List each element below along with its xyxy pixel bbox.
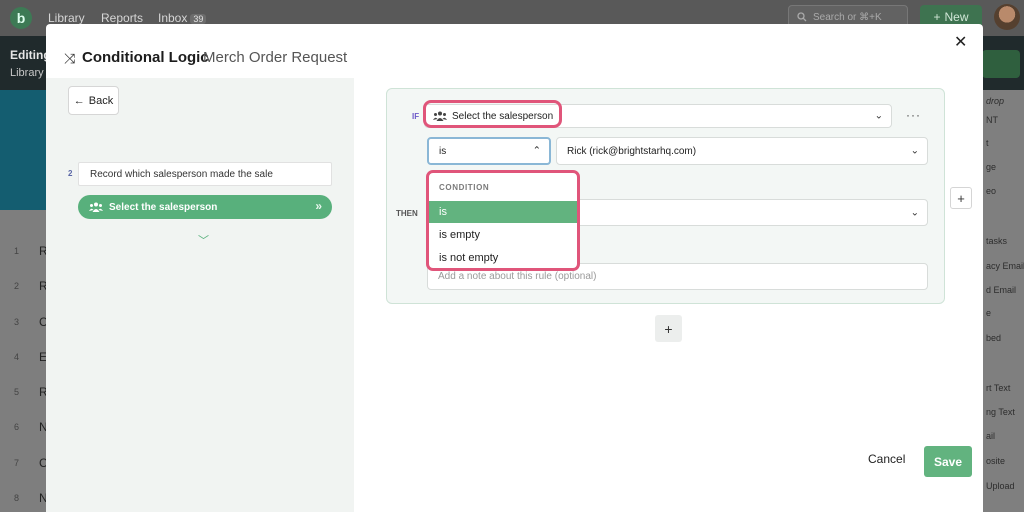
plus-icon: + bbox=[957, 190, 965, 206]
chevron-down-icon: ⌄ bbox=[874, 110, 883, 122]
value-select-text: Rick (rick@brightstarhq.com) bbox=[567, 145, 697, 157]
condition-select-value: is bbox=[439, 145, 447, 157]
search-icon bbox=[797, 12, 807, 22]
step-field-pill[interactable]: Select the salesperson » bbox=[78, 195, 332, 219]
arrow-left-icon: ← bbox=[73, 94, 85, 107]
row-number: 7 bbox=[14, 458, 20, 468]
editing-action-button[interactable] bbox=[982, 50, 1020, 78]
field-type-item[interactable]: ge bbox=[986, 162, 996, 172]
save-button[interactable]: Save bbox=[924, 446, 972, 477]
row-number: 2 bbox=[14, 281, 20, 291]
step-pill-label: Select the salesperson bbox=[109, 201, 218, 213]
plus-icon: + bbox=[933, 10, 941, 24]
then-label: THEN bbox=[396, 209, 418, 218]
condition-dropdown: CONDITION is is empty is not empty bbox=[426, 170, 580, 271]
add-condition-button[interactable]: + bbox=[950, 187, 972, 209]
row-number: 4 bbox=[14, 352, 20, 362]
dropdown-option-is[interactable]: is bbox=[429, 201, 577, 223]
chevron-down-icon[interactable]: ﹀ bbox=[198, 232, 209, 248]
new-button-label: New bbox=[944, 10, 969, 24]
chevron-down-icon: ⌄ bbox=[910, 207, 919, 218]
app-logo[interactable]: b bbox=[10, 7, 32, 29]
cancel-button[interactable]: Cancel bbox=[868, 452, 905, 466]
step-panel: ← Back 2 Record which salesperson made t… bbox=[46, 78, 354, 512]
modal-subtitle: Merch Order Request bbox=[203, 49, 348, 66]
field-type-item[interactable]: drop bbox=[986, 96, 1004, 106]
shuffle-icon: ⤨ bbox=[64, 50, 76, 66]
value-select[interactable]: Rick (rick@brightstarhq.com) ⌄ bbox=[556, 137, 928, 165]
inbox-count-badge: 39 bbox=[190, 14, 207, 24]
step-number: 2 bbox=[68, 169, 73, 178]
nav-inbox-label: Inbox bbox=[158, 11, 188, 25]
background-cover-image bbox=[0, 90, 46, 210]
more-options-icon[interactable]: ··· bbox=[906, 108, 921, 122]
row-number: 6 bbox=[14, 422, 20, 432]
background-right-panel bbox=[983, 90, 1024, 512]
field-type-item[interactable]: t bbox=[986, 138, 989, 148]
modal-header: ⤨ Conditional Logic Merch Order Request … bbox=[46, 24, 983, 78]
field-type-item[interactable]: acy Email bbox=[986, 261, 1024, 271]
plus-icon: + bbox=[664, 320, 673, 337]
global-search-placeholder: Search or ⌘+K bbox=[813, 11, 882, 23]
field-type-item[interactable]: bed bbox=[986, 333, 1001, 343]
dropdown-option-is-empty[interactable]: is empty bbox=[429, 224, 577, 246]
close-icon[interactable]: ✕ bbox=[954, 32, 967, 52]
field-type-item[interactable]: ail bbox=[986, 431, 995, 441]
row-number: 5 bbox=[14, 387, 20, 397]
back-button-label: Back bbox=[88, 94, 114, 107]
nav-reports[interactable]: Reports bbox=[101, 11, 143, 25]
field-type-item[interactable]: Upload bbox=[986, 481, 1015, 491]
modal-title: Conditional Logic bbox=[82, 49, 209, 66]
row-number: 1 bbox=[14, 246, 20, 256]
field-type-item[interactable]: NT bbox=[986, 115, 998, 125]
row-number: 8 bbox=[14, 493, 20, 503]
nav-inbox[interactable]: Inbox 39 bbox=[158, 11, 207, 25]
dropdown-header: CONDITION bbox=[439, 183, 490, 192]
nav-library[interactable]: Library bbox=[48, 11, 85, 25]
if-label: IF bbox=[412, 112, 420, 121]
field-type-item[interactable]: ng Text bbox=[986, 407, 1015, 417]
chevron-down-icon: ⌄ bbox=[910, 145, 919, 157]
field-type-item[interactable]: tasks bbox=[986, 236, 1007, 246]
editing-breadcrumb[interactable]: Library bbox=[10, 67, 44, 79]
back-button[interactable]: ← Back bbox=[68, 86, 119, 115]
user-avatar[interactable] bbox=[994, 4, 1020, 30]
field-type-item[interactable]: e bbox=[986, 308, 991, 318]
people-icon bbox=[89, 202, 103, 212]
chevron-up-icon: ⌃ bbox=[532, 145, 541, 157]
condition-select[interactable]: is ⌃ bbox=[427, 137, 551, 165]
field-type-item[interactable]: rt Text bbox=[986, 383, 1010, 393]
field-type-item[interactable]: eo bbox=[986, 186, 996, 196]
dropdown-option-is-not-empty[interactable]: is not empty bbox=[429, 247, 577, 268]
row-number: 3 bbox=[14, 317, 20, 327]
add-rule-button[interactable]: + bbox=[655, 315, 682, 342]
conditional-logic-modal: ⤨ Conditional Logic Merch Order Request … bbox=[46, 24, 983, 512]
editing-title: Editing bbox=[10, 48, 51, 62]
step-question[interactable]: Record which salesperson made the sale bbox=[78, 162, 332, 186]
field-type-item[interactable]: osite bbox=[986, 456, 1005, 466]
double-chevron-right-icon: » bbox=[315, 199, 322, 213]
field-type-item[interactable]: d Email bbox=[986, 285, 1016, 295]
highlight-outline bbox=[423, 100, 562, 128]
